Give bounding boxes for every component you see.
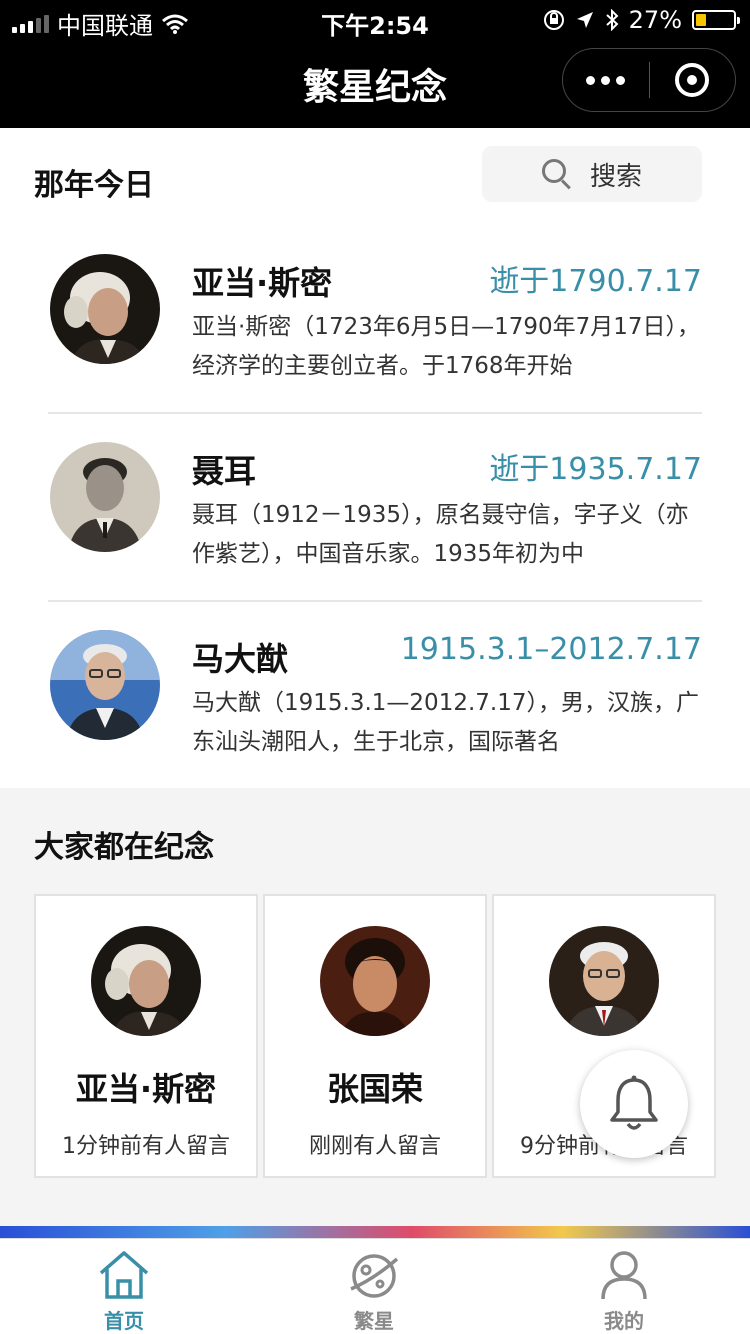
card-note: 1分钟前有人留言	[62, 1134, 230, 1159]
bluetooth-icon	[605, 9, 619, 31]
portrait-adam-smith-icon	[91, 926, 201, 1036]
person-name: 马大猷	[192, 640, 289, 678]
battery-percent: 27%	[628, 6, 682, 34]
user-icon	[601, 1251, 647, 1300]
person-desc: 马大猷（1915.3.1—2012.7.17），男，汉族，广东汕头潮阳人，生于北…	[192, 690, 699, 755]
tab-stars[interactable]: 繁星	[299, 1249, 449, 1334]
memorial-card[interactable]: 张国荣 刚刚有人留言	[263, 894, 487, 1178]
close-circle-icon	[675, 63, 710, 97]
card-note: 刚刚有人留言	[308, 1134, 441, 1159]
person-desc: 亚当·斯密（1723年6月5日—1790年7月17日），经济学的主要创立者。于1…	[192, 314, 701, 379]
list-item[interactable]: 马大猷 1915.3.1–2012.7.17 马大猷（1915.3.1—2012…	[48, 602, 702, 790]
rotation-lock-icon	[543, 10, 564, 30]
location-icon	[576, 12, 593, 28]
status-right: 27%	[543, 6, 740, 34]
list-item[interactable]: 聂耳 逝于1935.7.17 聂耳（1912－1935），原名聂守信，字子义（亦…	[48, 414, 702, 602]
portrait-ma-dayou-icon	[50, 630, 160, 740]
person-desc: 聂耳（1912－1935），原名聂守信，字子义（亦作紫艺），中国音乐家。1935…	[192, 502, 689, 567]
nav-bar: 繁星纪念	[0, 40, 750, 128]
person-name: 聂耳	[192, 452, 257, 490]
card-name: 亚当·斯密	[75, 1070, 217, 1108]
tab-mine-label: 我的	[604, 1309, 644, 1333]
person-date: 逝于1790.7.17	[489, 264, 702, 299]
today-title: 那年今日	[34, 168, 154, 203]
person-name: 亚当·斯密	[192, 264, 333, 302]
tab-stars-label: 繁星	[354, 1309, 394, 1333]
more-button[interactable]	[563, 48, 649, 112]
tab-mine[interactable]: 我的	[549, 1249, 699, 1334]
notification-button[interactable]	[580, 1050, 688, 1158]
person-date: 逝于1935.7.17	[489, 452, 702, 487]
portrait-leslie-cheung-icon	[320, 926, 430, 1036]
mini-program-capsule	[562, 48, 736, 112]
search-icon	[541, 159, 572, 190]
close-button[interactable]	[650, 48, 736, 112]
person-date: 1915.3.1–2012.7.17	[400, 632, 702, 667]
banner-strip[interactable]	[0, 1226, 750, 1238]
tab-home-label: 首页	[104, 1309, 144, 1333]
planet-icon	[350, 1254, 399, 1298]
bell-icon	[610, 1075, 658, 1130]
avatar	[320, 926, 430, 1036]
memorial-card[interactable]: 亚当·斯密 1分钟前有人留言	[34, 894, 258, 1178]
avatar	[50, 254, 160, 364]
popular-title: 大家都在纪念	[34, 830, 214, 865]
battery-icon	[692, 10, 740, 30]
tab-bar: 首页 繁星 我的	[0, 1238, 750, 1334]
more-dots-icon	[586, 75, 596, 85]
avatar	[549, 926, 659, 1036]
avatar	[91, 926, 201, 1036]
portrait-nie-er-icon	[50, 442, 160, 552]
tab-home[interactable]: 首页	[49, 1249, 199, 1334]
home-icon	[99, 1251, 149, 1299]
avatar	[50, 630, 160, 740]
card-name: 张国荣	[326, 1070, 423, 1108]
list-item[interactable]: 亚当·斯密 逝于1790.7.17 亚当·斯密（1723年6月5日—1790年7…	[48, 226, 702, 414]
search-button[interactable]: 搜索	[482, 146, 702, 202]
avatar	[50, 442, 160, 552]
today-section: 那年今日 搜索 亚当·斯密 逝于1790.7.17 亚当·斯密（1723年6月5…	[0, 128, 750, 788]
status-bar: 中国联通 下午2:54 27%	[0, 0, 750, 40]
search-label: 搜索	[589, 161, 642, 192]
portrait-adam-smith-icon	[50, 254, 160, 364]
popular-section: 大家都在纪念 亚当·斯密 1分钟前有人留言 张国荣 刚刚有人留言	[0, 788, 750, 1226]
portrait-tian-icon	[549, 926, 659, 1036]
